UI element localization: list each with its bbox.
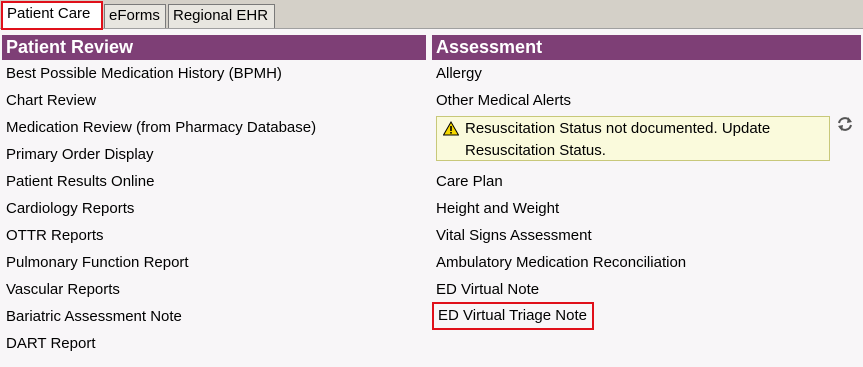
link-care-plan[interactable]: Care Plan	[432, 168, 861, 195]
link-ed-virtual-triage-note[interactable]: ED Virtual Triage Note	[432, 302, 594, 330]
tab-eforms[interactable]: eForms	[104, 4, 166, 28]
link-vascular-reports[interactable]: Vascular Reports	[2, 276, 426, 303]
resuscitation-status-alert[interactable]: Resuscitation Status not documented. Upd…	[436, 116, 830, 161]
link-dart-report[interactable]: DART Report	[2, 330, 426, 357]
warning-icon	[443, 121, 459, 136]
link-ottr-reports[interactable]: OTTR Reports	[2, 222, 426, 249]
assessment-list: Allergy Other Medical Alerts Resuscitati…	[432, 60, 861, 330]
link-cardiology-reports[interactable]: Cardiology Reports	[2, 195, 426, 222]
resuscitation-alert-row: Resuscitation Status not documented. Upd…	[432, 114, 861, 168]
link-bariatric-assessment-note[interactable]: Bariatric Assessment Note	[2, 303, 426, 330]
link-bpmh[interactable]: Best Possible Medication History (BPMH)	[2, 60, 426, 87]
link-allergy[interactable]: Allergy	[432, 60, 861, 87]
tab-patient-care[interactable]: Patient Care	[1, 1, 103, 30]
link-chart-review[interactable]: Chart Review	[2, 87, 426, 114]
patient-review-column: Patient Review Best Possible Medication …	[2, 35, 426, 357]
alert-text-line1: Resuscitation Status not documented. Upd…	[465, 120, 771, 137]
link-primary-order-display[interactable]: Primary Order Display	[2, 141, 426, 168]
alert-text-line2: Resuscitation Status.	[465, 142, 606, 159]
link-ambulatory-medication-reconciliation[interactable]: Ambulatory Medication Reconciliation	[432, 249, 861, 276]
tab-strip: Patient Care eForms Regional EHR	[0, 0, 863, 30]
link-vital-signs-assessment[interactable]: Vital Signs Assessment	[432, 222, 861, 249]
tab-regional-ehr[interactable]: Regional EHR	[168, 4, 275, 28]
link-patient-results-online[interactable]: Patient Results Online	[2, 168, 426, 195]
main-content: Patient Review Best Possible Medication …	[0, 29, 863, 367]
link-ed-virtual-note[interactable]: ED Virtual Note	[432, 276, 861, 303]
assessment-column: Assessment Allergy Other Medical Alerts …	[432, 35, 861, 330]
refresh-icon[interactable]	[836, 115, 854, 133]
patient-review-header: Patient Review	[2, 35, 426, 60]
assessment-header: Assessment	[432, 35, 861, 60]
link-medication-review[interactable]: Medication Review (from Pharmacy Databas…	[2, 114, 426, 141]
link-height-and-weight[interactable]: Height and Weight	[432, 195, 861, 222]
link-other-medical-alerts[interactable]: Other Medical Alerts	[432, 87, 861, 114]
link-pulmonary-function-report[interactable]: Pulmonary Function Report	[2, 249, 426, 276]
patient-review-list: Best Possible Medication History (BPMH) …	[2, 60, 426, 357]
